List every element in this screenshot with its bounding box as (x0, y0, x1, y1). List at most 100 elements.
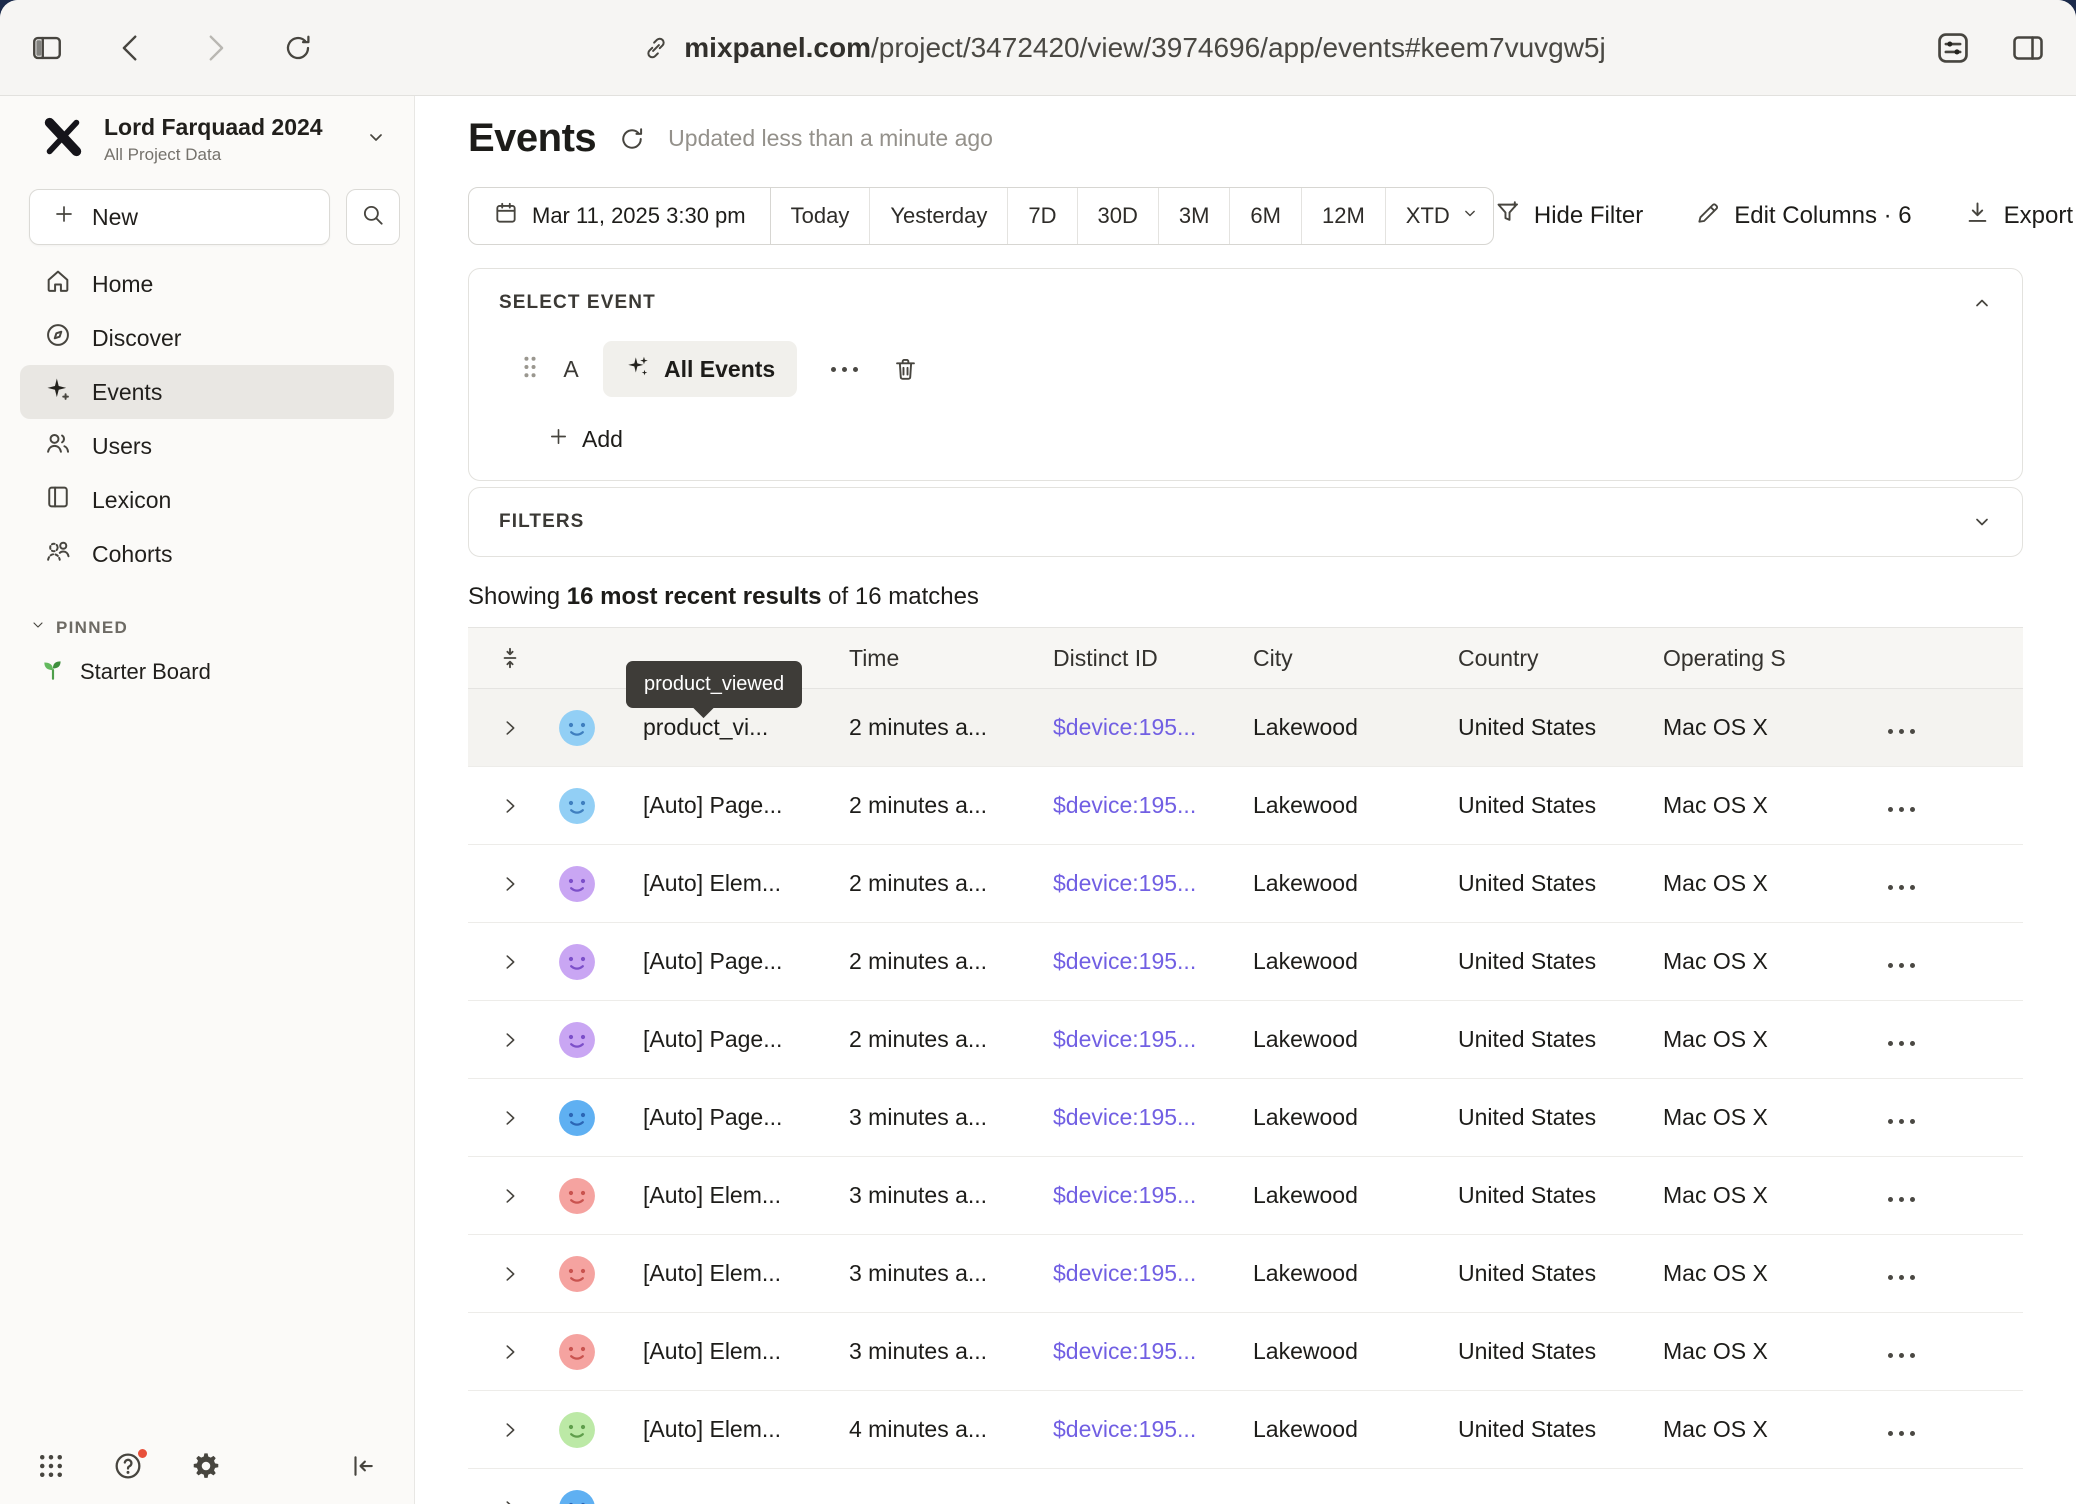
row-expand-chevron-icon[interactable] (499, 1185, 521, 1207)
row-expand-chevron-icon[interactable] (499, 951, 521, 973)
event-name[interactable]: [Auto] Elem... (628, 1416, 849, 1443)
add-event-button[interactable]: Add (547, 425, 623, 454)
trash-icon[interactable] (892, 356, 919, 383)
event-name[interactable]: [Auto] Page... (628, 1104, 849, 1131)
row-more-button[interactable] (1884, 799, 1919, 820)
pinned-section-toggle[interactable]: PINNED (30, 617, 394, 638)
column-header-country[interactable]: Country (1458, 645, 1663, 672)
row-more-button[interactable] (1884, 1267, 1919, 1288)
row-more-button[interactable] (1884, 721, 1919, 742)
row-expand-chevron-icon[interactable] (499, 1497, 521, 1504)
event-name[interactable]: product_vi... (628, 714, 849, 741)
event-name[interactable]: [Auto] Elem... (628, 1338, 849, 1365)
distinct-id-link[interactable]: $device:195... (1053, 1104, 1196, 1130)
row-more-button[interactable] (1884, 1423, 1919, 1444)
browser-forward-icon[interactable] (198, 31, 232, 65)
hide-filter-button[interactable]: Hide Filter (1494, 199, 1643, 233)
export-button[interactable]: Export (1964, 199, 2073, 233)
row-expand-chevron-icon[interactable] (499, 1029, 521, 1051)
collapse-panel-chevron-up-icon[interactable] (1970, 291, 1994, 315)
distinct-id-link[interactable]: $device:195... (1053, 948, 1196, 974)
row-more-button[interactable] (1884, 877, 1919, 898)
sidebar-item-lexicon[interactable]: Lexicon (20, 473, 394, 527)
event-name[interactable]: [Auto] Elem... (628, 870, 849, 897)
event-name[interactable]: [Auto] Page... (628, 1026, 849, 1053)
drag-handle-icon[interactable] (521, 354, 539, 385)
row-expand-chevron-icon[interactable] (499, 1341, 521, 1363)
column-header-city[interactable]: City (1253, 645, 1458, 672)
sidebar-item-home[interactable]: Home (20, 257, 394, 311)
distinct-id-link[interactable]: $device:195... (1053, 870, 1196, 896)
distinct-id-link[interactable]: $device:195... (1053, 714, 1196, 740)
event-avatar-icon (558, 1411, 596, 1449)
browser-sidebar-toggle-icon[interactable] (30, 31, 64, 65)
distinct-id-link[interactable]: $device:195... (1053, 1260, 1196, 1286)
row-expand-chevron-icon[interactable] (499, 1107, 521, 1129)
event-name[interactable]: [Auto] Elem... (628, 1260, 849, 1287)
table-row[interactable]: [Auto] Page... 3 minutes a... $device:19… (468, 1079, 2023, 1157)
browser-back-icon[interactable] (114, 31, 148, 65)
distinct-id-link[interactable]: $device:195... (1053, 1182, 1196, 1208)
table-row[interactable]: [Auto] Elem... 2 minutes a... $device:19… (468, 845, 2023, 923)
row-more-button[interactable] (1884, 1345, 1919, 1366)
range-3m[interactable]: 3M (1159, 188, 1231, 244)
date-picker[interactable]: Mar 11, 2025 3:30 pm (469, 188, 771, 244)
browser-reload-icon[interactable] (282, 32, 314, 64)
search-button[interactable] (346, 189, 400, 245)
event-name[interactable]: [Auto] Page... (628, 948, 849, 975)
browser-split-view-icon[interactable] (2010, 30, 2046, 66)
table-row[interactable]: [Auto] Elem... 3 minutes a... $device:19… (468, 1313, 2023, 1391)
address-bar[interactable]: mixpanel.com/project/3472420/view/397469… (314, 32, 1934, 64)
row-expand-chevron-icon[interactable] (499, 717, 521, 739)
refresh-icon[interactable] (618, 125, 646, 153)
range-xtd[interactable]: XTD (1386, 188, 1494, 244)
event-selector-chip[interactable]: All Events (603, 341, 797, 397)
collapse-sidebar-icon[interactable] (348, 1451, 378, 1481)
range-yesterday[interactable]: Yesterday (870, 188, 1008, 244)
distinct-id-link[interactable]: $device:195... (1053, 1338, 1196, 1364)
distinct-id-link[interactable]: $device:195... (1053, 1026, 1196, 1052)
range-6m[interactable]: 6M (1230, 188, 1302, 244)
sidebar-item-users[interactable]: Users (20, 419, 394, 473)
distinct-id-link[interactable]: $device:195... (1053, 792, 1196, 818)
browser-extensions-icon[interactable] (1934, 29, 1972, 67)
collapse-all-rows-icon[interactable] (497, 645, 523, 671)
row-expand-chevron-icon[interactable] (499, 873, 521, 895)
row-more-button[interactable] (1884, 1033, 1919, 1054)
table-row[interactable]: [Auto] Elem... 3 minutes a... $device:19… (468, 1157, 2023, 1235)
event-more-button[interactable] (819, 367, 870, 372)
table-row[interactable] (468, 1469, 2023, 1504)
sidebar-item-starter-board[interactable]: Starter Board (0, 644, 414, 700)
column-header-os[interactable]: Operating S (1663, 645, 1840, 672)
row-expand-chevron-icon[interactable] (499, 1263, 521, 1285)
expand-panel-chevron-down-icon[interactable] (1970, 510, 1994, 534)
event-name[interactable]: [Auto] Page... (628, 792, 849, 819)
sidebar-item-events[interactable]: Events (20, 365, 394, 419)
table-row[interactable]: [Auto] Page... 2 minutes a... $device:19… (468, 767, 2023, 845)
table-row[interactable]: [Auto] Page... 2 minutes a... $device:19… (468, 1001, 2023, 1079)
sidebar-item-cohorts[interactable]: Cohorts (20, 527, 394, 581)
range-7d[interactable]: 7D (1008, 188, 1077, 244)
row-more-button[interactable] (1884, 1111, 1919, 1132)
distinct-id-link[interactable]: $device:195... (1053, 1416, 1196, 1442)
row-more-button[interactable] (1884, 955, 1919, 976)
range-12m[interactable]: 12M (1302, 188, 1386, 244)
edit-columns-button[interactable]: Edit Columns · 6 (1695, 200, 1911, 233)
new-button[interactable]: New (29, 189, 330, 245)
range-today[interactable]: Today (771, 188, 871, 244)
help-icon[interactable] (112, 1450, 144, 1482)
row-expand-chevron-icon[interactable] (499, 1419, 521, 1441)
table-row[interactable]: [Auto] Elem... 3 minutes a... $device:19… (468, 1235, 2023, 1313)
row-more-button[interactable] (1884, 1189, 1919, 1210)
range-30d[interactable]: 30D (1078, 188, 1159, 244)
apps-grid-icon[interactable] (36, 1451, 66, 1481)
settings-gear-icon[interactable] (190, 1450, 222, 1482)
table-row[interactable]: [Auto] Elem... 4 minutes a... $device:19… (468, 1391, 2023, 1469)
table-row[interactable]: [Auto] Page... 2 minutes a... $device:19… (468, 923, 2023, 1001)
event-name[interactable]: [Auto] Elem... (628, 1182, 849, 1209)
column-header-distinct-id[interactable]: Distinct ID (1053, 645, 1253, 672)
project-switcher[interactable]: Lord Farquaad 2024 All Project Data (0, 96, 414, 181)
column-header-time[interactable]: Time (849, 645, 1053, 672)
row-expand-chevron-icon[interactable] (499, 795, 521, 817)
sidebar-item-discover[interactable]: Discover (20, 311, 394, 365)
